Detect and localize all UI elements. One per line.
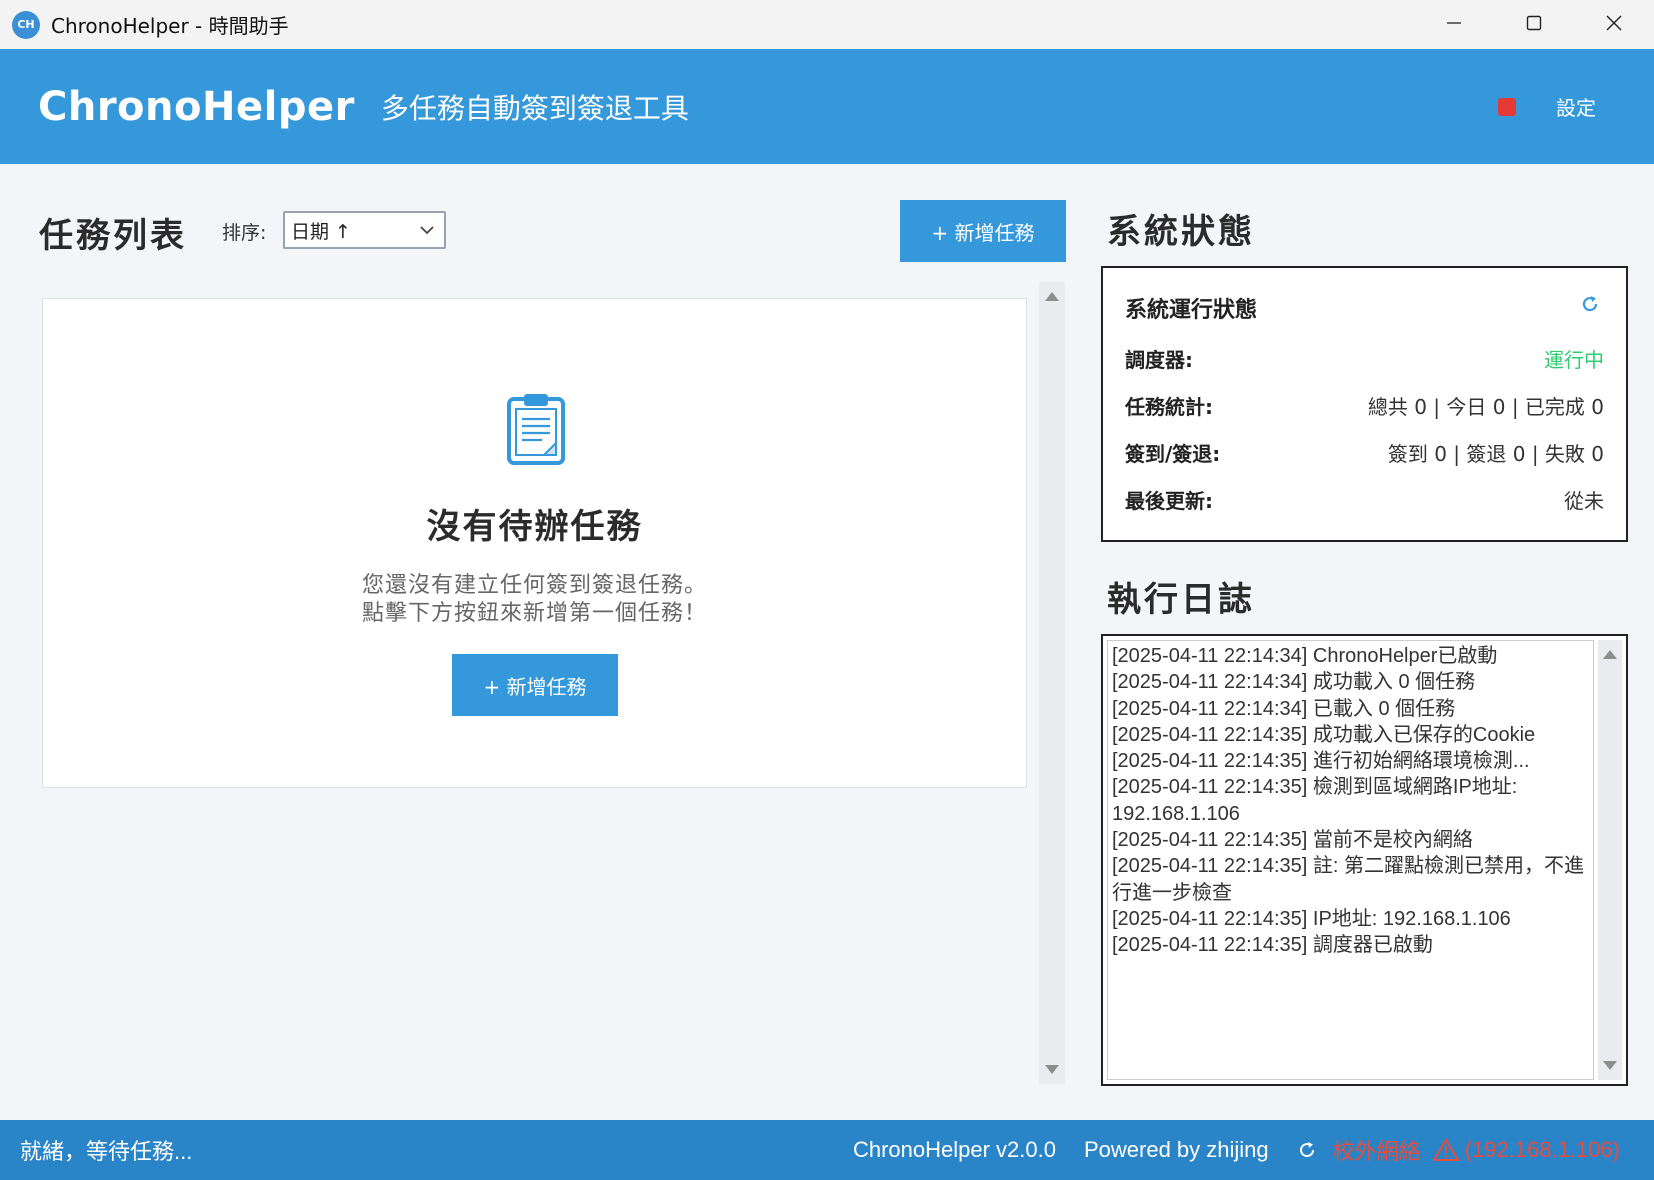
empty-add-task-button[interactable]: + 新增任務 [452, 654, 618, 716]
clipboard-icon [507, 394, 565, 465]
refresh-icon[interactable] [1580, 294, 1600, 314]
empty-state-title: 沒有待辦任務 [426, 507, 643, 547]
task-list-panel: 沒有待辦任務 您還沒有建立任何簽到簽退任務。 點擊下方按鈕來新增第一個任務！ +… [42, 298, 1027, 788]
log-text-area[interactable]: [2025-04-11 22:14:34] ChronoHelper已啟動 [2… [1107, 640, 1594, 1080]
app-header: ChronoHelper 多任務自動簽到簽退工具 設定 [0, 49, 1654, 164]
system-status-panel: 系統運行狀態 調度器: 運行中 任務統計: 總共 0 | 今日 0 | 已完成 … [1101, 266, 1628, 542]
log-line: [2025-04-11 22:14:35] 註: 第二躍點檢測已禁用，不進行進一… [1112, 855, 1585, 904]
status-key: 調度器: [1125, 347, 1193, 372]
scroll-up-icon[interactable] [1603, 650, 1617, 659]
settings-button[interactable]: 設定 [1556, 92, 1596, 121]
network-status[interactable]: 校外網絡 (192.168.1.106) [1297, 1134, 1620, 1166]
empty-state-text-2: 點擊下方按鈕來新增第一個任務！ [361, 601, 707, 626]
log-line: [2025-04-11 22:14:35] 進行初始網絡環境檢測... [1112, 750, 1530, 773]
last-update-value: 從未 [1564, 488, 1604, 513]
status-box-title: 系統運行狀態 [1125, 298, 1258, 323]
version-label: ChronoHelper v2.0.0 [852, 1137, 1056, 1162]
refresh-icon [1299, 1142, 1314, 1158]
powered-by-label: Powered by zhijing [1083, 1137, 1269, 1162]
close-button[interactable] [1574, 0, 1654, 45]
system-status-title: 系統狀態 [1107, 212, 1255, 252]
log-panel: [2025-04-11 22:14:34] ChronoHelper已啟動 [2… [1101, 634, 1628, 1086]
close-icon [1606, 15, 1622, 30]
header-actions: 設定 [1498, 49, 1596, 164]
add-task-button[interactable]: + 新增任務 [900, 200, 1066, 262]
app-icon: CH [12, 10, 40, 39]
warning-icon [1432, 1138, 1459, 1161]
brand-title: ChronoHelper [38, 83, 355, 130]
log-line: [2025-04-11 22:14:35] 檢測到區域網路IP地址: 192.1… [1112, 776, 1523, 825]
log-line: [2025-04-11 22:14:35] 成功載入已保存的Cookie [1112, 723, 1536, 746]
minimize-button[interactable] [1414, 0, 1494, 45]
minimize-icon [1447, 21, 1461, 24]
window-controls [1414, 0, 1654, 49]
network-label: 校外網絡 [1332, 1139, 1421, 1164]
log-scrollbar[interactable] [1598, 640, 1622, 1080]
sort-value: 日期 ↑ [291, 220, 351, 243]
status-row-task-stats: 任務統計: 總共 0 | 今日 0 | 已完成 0 [1125, 390, 1604, 420]
status-row-checkin: 簽到/簽退: 簽到 0 | 簽退 0 | 失敗 0 [1125, 437, 1604, 467]
ip-address-label: (192.168.1.106) [1464, 1137, 1620, 1162]
chevron-down-icon [420, 226, 434, 235]
scroll-up-icon[interactable] [1045, 292, 1059, 301]
task-list-title: 任務列表 [39, 216, 187, 256]
status-row-last-update: 最後更新: 從未 [1125, 484, 1604, 514]
status-key: 最後更新: [1125, 488, 1213, 513]
brand-subtitle: 多任務自動簽到簽退工具 [380, 91, 689, 125]
log-line: [2025-04-11 22:14:34] 已載入 0 個任務 [1112, 697, 1456, 720]
log-line: [2025-04-11 22:14:34] ChronoHelper已啟動 [1112, 645, 1498, 667]
record-status-icon[interactable] [1498, 97, 1516, 116]
sort-select[interactable]: 日期 ↑ [283, 211, 446, 249]
scheduler-status-value: 運行中 [1544, 347, 1604, 372]
status-row-scheduler: 調度器: 運行中 [1125, 343, 1604, 373]
sort-label: 排序: [222, 222, 267, 244]
window-titlebar: CH ChronoHelper - 時間助手 [0, 0, 1654, 49]
log-line: [2025-04-11 22:14:35] 當前不是校內網絡 [1112, 829, 1473, 852]
maximize-button[interactable] [1494, 0, 1574, 45]
maximize-icon [1526, 15, 1542, 30]
window-title: ChronoHelper - 時間助手 [51, 14, 289, 38]
status-bar: 就緒，等待任務... ChronoHelper v2.0.0 Powered b… [0, 1120, 1654, 1180]
status-bar-right: ChronoHelper v2.0.0 Powered by zhijing 校… [825, 1120, 1620, 1180]
checkin-stats-value: 簽到 0 | 簽退 0 | 失敗 0 [1387, 441, 1604, 466]
scroll-down-icon[interactable] [1603, 1061, 1617, 1070]
log-line: [2025-04-11 22:14:35] IP地址: 192.168.1.10… [1112, 907, 1511, 930]
log-title: 執行日誌 [1107, 580, 1255, 620]
task-list-scrollbar[interactable] [1039, 282, 1065, 1084]
scroll-down-icon[interactable] [1045, 1065, 1059, 1074]
status-key: 簽到/簽退: [1125, 441, 1221, 466]
log-line: [2025-04-11 22:14:35] 調度器已啟動 [1112, 934, 1433, 957]
status-key: 任務統計: [1125, 394, 1213, 419]
log-line: [2025-04-11 22:14:34] 成功載入 0 個任務 [1112, 671, 1476, 694]
task-stats-value: 總共 0 | 今日 0 | 已完成 0 [1367, 394, 1604, 419]
status-text: 就緒，等待任務... [20, 1139, 193, 1164]
